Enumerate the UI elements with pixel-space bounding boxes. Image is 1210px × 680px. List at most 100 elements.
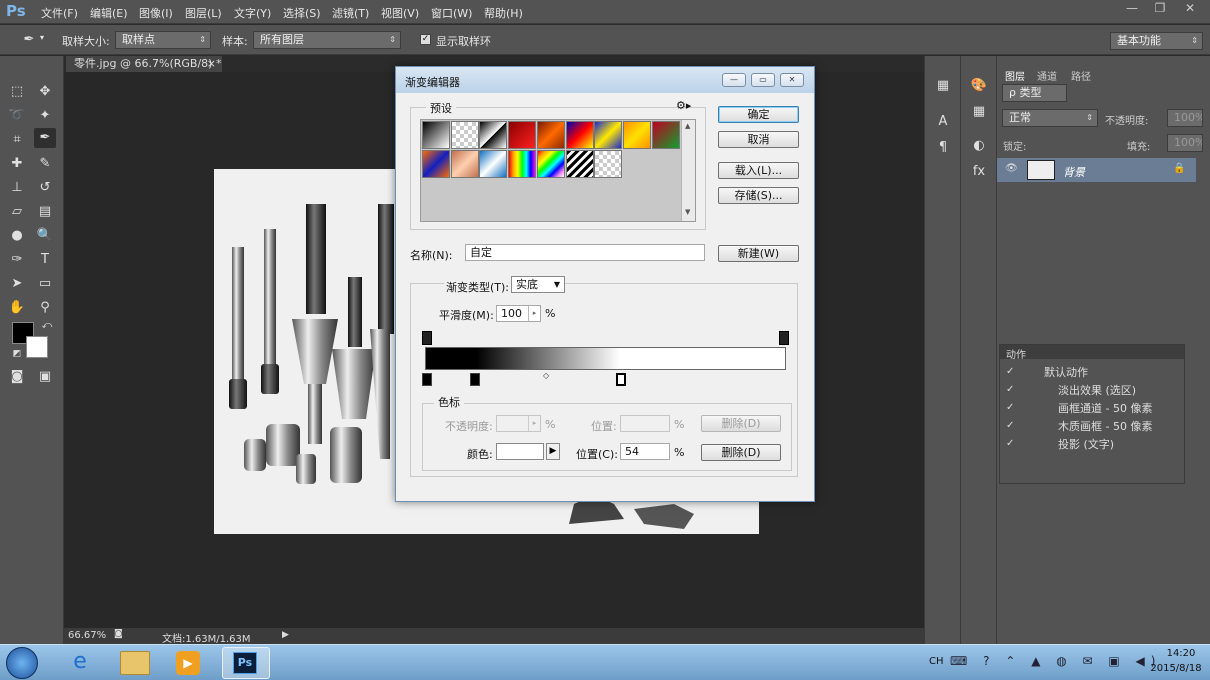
paragraph-panel-icon[interactable]: ¶ [932,138,954,158]
zoom-tool-icon[interactable]: ⚲ [34,298,56,318]
move-tool-icon[interactable]: ✥ [34,82,56,102]
stop-color-swatch[interactable] [496,443,544,460]
hand-tool-icon[interactable]: ✋ [6,298,28,318]
check-icon[interactable]: ✓ [1006,438,1014,449]
dialog-close-icon[interactable]: ✕ [780,73,804,87]
blur-tool-icon[interactable]: ● [6,226,28,246]
tab-channels[interactable]: 通道 [1037,68,1057,83]
tab-close-icon[interactable]: × [207,56,216,72]
action-set-label[interactable]: 默认动作 [1044,364,1088,380]
magic-wand-icon[interactable]: ✦ [34,106,56,126]
eyedropper-preset-icon[interactable]: ✒ [18,30,40,50]
default-colors-icon[interactable]: ◩ [6,344,28,364]
shape-tool-icon[interactable]: ▭ [34,274,56,294]
quick-mask-icon[interactable]: ◙ [6,367,28,387]
check-icon[interactable]: ✓ [1006,420,1014,431]
preset-gradient-swatch[interactable] [422,149,450,178]
opacity-field[interactable]: 100% [1167,109,1203,127]
smoothness-field[interactable]: 100 ▸ [496,305,541,322]
preset-gradient-swatch[interactable] [536,149,565,178]
preset-gradient-swatch[interactable] [622,121,651,149]
opacity-stop-left[interactable] [422,331,432,345]
explorer-icon[interactable] [120,651,150,675]
gradient-type-select[interactable]: 实底 ▼ [511,276,565,293]
gradient-bar[interactable] [425,347,786,370]
action-item-label[interactable]: 画框通道 - 50 像素 [1058,400,1152,416]
pen-tool-icon[interactable]: ✑ [6,250,28,270]
menu-image[interactable]: 图像(I) [139,5,173,21]
ok-button[interactable]: 确定 [718,106,799,123]
blend-mode-select[interactable]: 正常 ⇕ [1002,109,1098,127]
layer-row[interactable]: 👁 背景 🔒 [997,158,1196,182]
minimize-button[interactable]: — [1118,0,1146,18]
tab-layers[interactable]: 图层 [1005,68,1025,83]
menu-layer[interactable]: 图层(L) [185,5,222,21]
preset-gradient-swatch[interactable] [508,149,537,178]
tab-paths[interactable]: 路径 [1071,68,1091,83]
preset-gradient-swatch[interactable] [594,121,623,149]
presets-gear-icon[interactable]: ⚙▸ [676,99,691,112]
preset-chevron-icon[interactable]: ▾ [40,33,44,42]
start-button[interactable] [6,647,38,679]
type-tool-icon[interactable]: T [34,250,56,270]
midpoint-diamond-icon[interactable]: ◇ [543,371,549,380]
dialog-maximize-icon[interactable]: ▭ [751,73,775,87]
menu-edit[interactable]: 编辑(E) [90,5,128,21]
action-item-label[interactable]: 淡出效果 (选区) [1058,382,1136,398]
cancel-button[interactable]: 取消 [718,131,799,148]
opacity-stop-right[interactable] [779,331,789,345]
color-position-field[interactable]: 54 [620,443,670,460]
styles-panel-icon[interactable]: fx [968,162,990,182]
sample-select[interactable]: 所有图层 ⇕ [253,31,401,49]
swap-colors-icon[interactable]: ⤺ [36,316,58,336]
menu-file[interactable]: 文件(F) [41,5,78,21]
preset-scrollbar[interactable]: ▲ ▼ [681,120,695,221]
adjustments-panel-icon[interactable]: ◐ [968,136,990,156]
background-color-swatch[interactable] [26,336,48,358]
status-arrow-icon[interactable]: ▶ [282,630,289,640]
screen-mode-icon[interactable]: ▣ [34,367,56,387]
color-stop-2[interactable] [470,373,480,386]
crop-tool-icon[interactable]: ⌗ [6,130,28,150]
status-info-icon[interactable]: ◙ [114,629,123,639]
restore-button[interactable]: ❐ [1146,0,1174,18]
clone-stamp-icon[interactable]: ⊥ [6,178,28,198]
load-button[interactable]: 载入(L)... [718,162,799,179]
preset-gradient-swatch[interactable] [422,121,450,149]
dodge-tool-icon[interactable]: 🔍 [34,226,56,246]
color-delete-button[interactable]: 删除(D) [701,444,781,461]
gradient-tool-icon[interactable]: ▤ [34,202,56,222]
preset-gradient-swatch[interactable] [450,121,479,149]
brush-tool-icon[interactable]: ✎ [34,154,56,174]
input-language[interactable]: CH [929,656,944,667]
color-panel-icon[interactable]: 🎨 [968,76,990,96]
color-stop-selected[interactable] [616,373,626,386]
color-menu-arrow-icon[interactable]: ▶ [546,443,560,460]
photoshop-taskbar-button[interactable]: Ps [222,647,270,679]
preset-gradient-swatch[interactable] [565,149,594,178]
close-button[interactable]: ✕ [1176,0,1204,18]
visibility-eye-icon[interactable]: 👁 [1005,163,1018,174]
healing-brush-icon[interactable]: ✚ [6,154,28,174]
eyedropper-tool-icon[interactable]: ✒ [34,128,56,148]
marquee-tool-icon[interactable]: ⬚ [6,82,28,102]
check-icon[interactable]: ✓ [1006,384,1014,395]
smoothness-stepper-icon[interactable]: ▸ [528,306,540,321]
color-stop-1[interactable] [422,373,432,386]
workspace-select[interactable]: 基本功能 ⇕ [1110,32,1203,50]
show-ring-checkbox[interactable]: ✓ [420,34,431,45]
dialog-minimize-icon[interactable]: — [722,73,746,87]
menu-type[interactable]: 文字(Y) [234,5,271,21]
new-button[interactable]: 新建(W) [718,245,799,262]
zoom-level[interactable]: 66.67% [68,630,106,641]
menu-help[interactable]: 帮助(H) [484,5,523,21]
scroll-down-icon[interactable]: ▼ [685,208,690,216]
preset-gradient-swatch[interactable] [651,121,680,149]
lasso-tool-icon[interactable]: ➰ [6,106,28,126]
character-panel-icon[interactable]: A [932,112,954,132]
scroll-up-icon[interactable]: ▲ [685,122,690,130]
preset-gradient-swatch[interactable] [565,121,594,149]
action-item-label[interactable]: 投影 (文字) [1058,436,1114,452]
preset-gradient-swatch[interactable] [479,121,508,149]
preset-gradient-swatch[interactable] [450,149,479,178]
